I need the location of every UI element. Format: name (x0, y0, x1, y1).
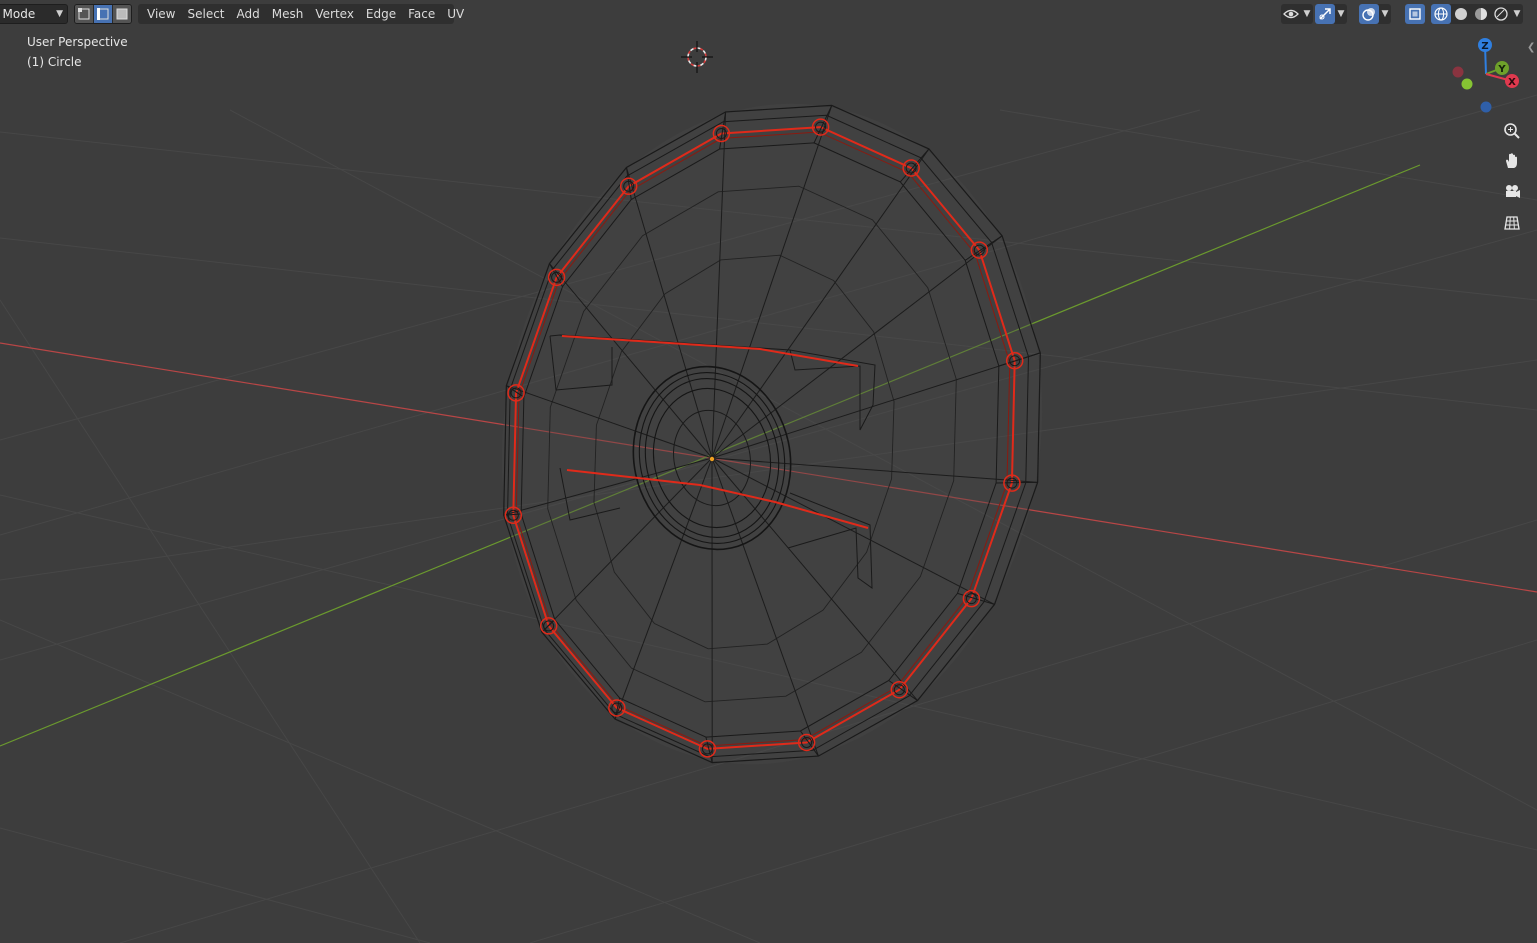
viewport-3d[interactable] (0, 0, 1537, 943)
neg-x-axis-dot[interactable] (1452, 66, 1464, 78)
vertex-select-icon (78, 8, 90, 20)
gizmo-toggle-icon[interactable] (1315, 4, 1335, 24)
overlays-icon[interactable] (1359, 4, 1379, 24)
y-axis-handle[interactable]: Y (1495, 61, 1509, 75)
navigation-gizmo[interactable]: Z Y X (1444, 34, 1530, 120)
z-axis-label: Z (1481, 41, 1488, 52)
ortho-grid-icon (1504, 216, 1520, 230)
grid-line (0, 299, 421, 943)
header-menu-bar: View Select Add Mesh Vertex Edge Face UV (138, 4, 464, 24)
wireframe-shading-icon[interactable] (1431, 4, 1451, 24)
x-axis-handle[interactable]: X (1505, 74, 1519, 88)
visibility-group: ▼ (1281, 4, 1313, 24)
3d-cursor-icon[interactable] (681, 41, 713, 73)
perspective-label: User Perspective (27, 35, 128, 49)
menu-vertex[interactable]: Vertex (309, 4, 360, 24)
face-select-button[interactable] (113, 5, 131, 23)
xray-group (1405, 4, 1425, 24)
rendered-shading-icon[interactable] (1491, 4, 1511, 24)
camera-view-button[interactable] (1498, 178, 1526, 206)
z-axis-handle[interactable]: Z (1478, 38, 1492, 52)
menu-select[interactable]: Select (181, 4, 230, 24)
grid-line (999, 109, 1537, 201)
y-axis-label: Y (1497, 64, 1506, 75)
x-axis-label: X (1508, 77, 1516, 88)
face-select-icon (116, 8, 128, 20)
edge-select-icon (97, 8, 109, 20)
active-object-label: (1) Circle (27, 55, 82, 69)
chevron-down-icon[interactable]: ▼ (1335, 4, 1347, 24)
overlay-toggle-group: ▼ (1359, 4, 1391, 24)
menu-view[interactable]: View (141, 4, 181, 24)
gizmo-toggle-group: ▼ (1315, 4, 1347, 24)
hand-pan-icon (1506, 153, 1517, 168)
menu-add[interactable]: Add (231, 4, 266, 24)
chevron-down-icon[interactable]: ▼ (1379, 4, 1391, 24)
xray-toggle-icon[interactable] (1405, 4, 1425, 24)
mode-dropdown[interactable]: t Mode ▼ (0, 4, 68, 24)
grid-line (0, 827, 431, 943)
menu-edge[interactable]: Edge (360, 4, 402, 24)
ortho-toggle-button[interactable] (1498, 209, 1526, 237)
material-shading-icon[interactable] (1471, 4, 1491, 24)
neg-y-axis-dot[interactable] (1461, 78, 1473, 90)
chevron-down-icon: ▼ (56, 9, 63, 19)
menu-uv[interactable]: UV (441, 4, 470, 24)
menu-face[interactable]: Face (402, 4, 441, 24)
camera-icon (1506, 185, 1520, 198)
zoom-icon (1504, 123, 1520, 139)
object-origin-icon (709, 456, 715, 462)
neg-z-axis-dot[interactable] (1480, 101, 1492, 113)
mode-label: t Mode (0, 7, 36, 21)
shading-group: ▼ (1431, 4, 1523, 24)
pan-button[interactable] (1498, 147, 1526, 175)
zoom-button[interactable] (1498, 117, 1526, 145)
select-mode-group (74, 4, 132, 24)
edge-select-button[interactable] (94, 5, 113, 23)
vertex-select-button[interactable] (75, 5, 94, 23)
chevron-down-icon[interactable]: ▼ (1301, 4, 1313, 24)
chevron-down-icon[interactable]: ▼ (1511, 4, 1523, 24)
viewport-header: t Mode ▼ View Select Add Mesh Vertex Edg… (0, 0, 1537, 28)
solid-shading-icon[interactable] (1451, 4, 1471, 24)
selectability-visibility-icon[interactable] (1281, 4, 1301, 24)
menu-mesh[interactable]: Mesh (266, 4, 310, 24)
mesh-wireframe[interactable] (450, 61, 1093, 808)
